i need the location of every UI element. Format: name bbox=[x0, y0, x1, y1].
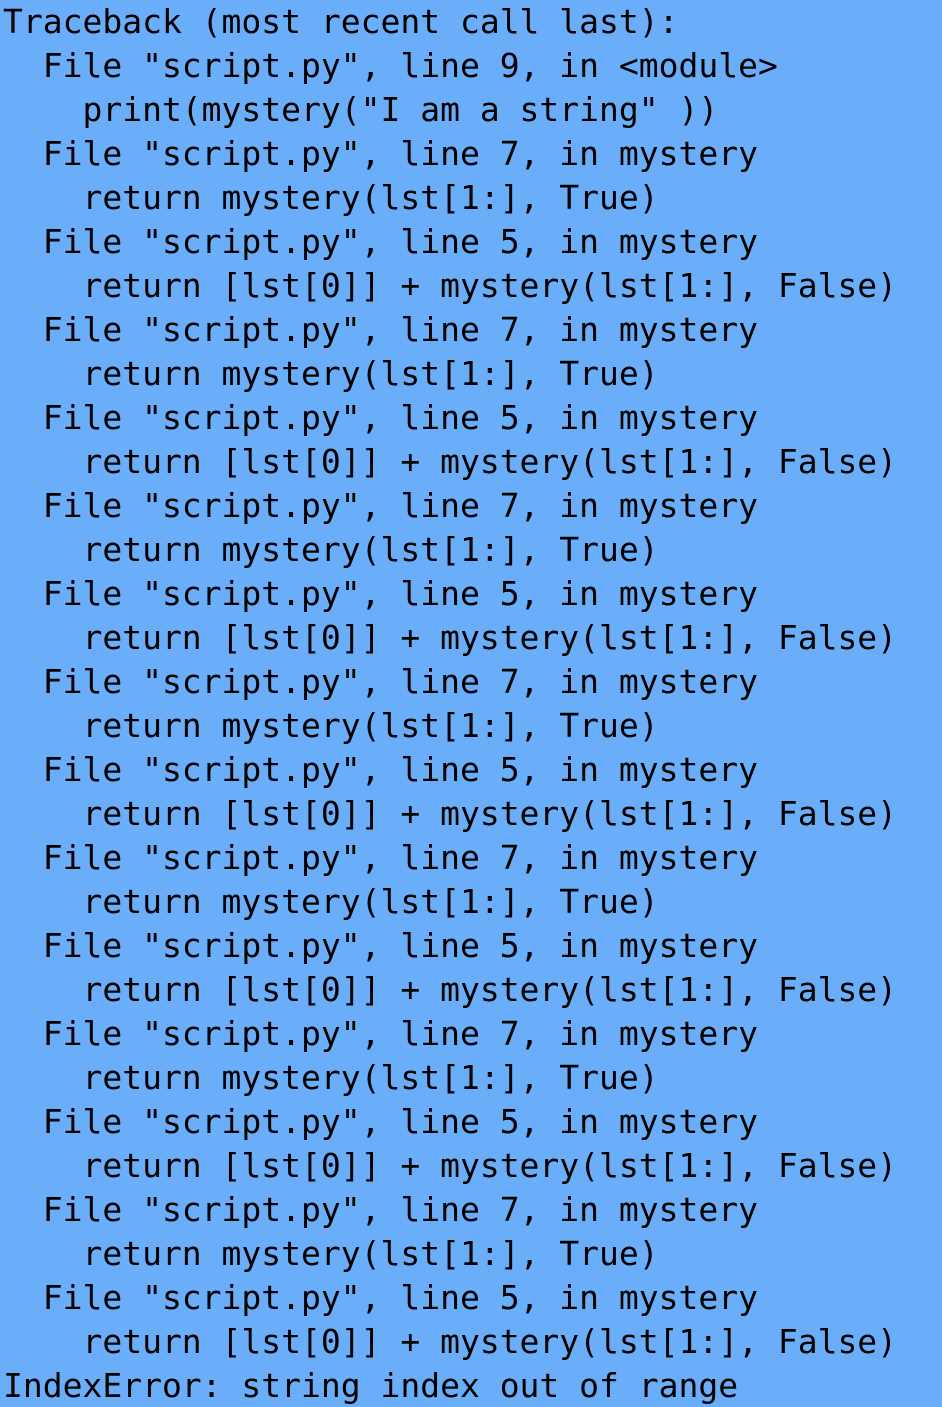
traceback-code-line: return mystery(lst[1:], True) bbox=[3, 530, 659, 569]
traceback-code-line: return mystery(lst[1:], True) bbox=[3, 178, 659, 217]
traceback-file-line: File "script.py", line 5, in mystery bbox=[3, 1102, 758, 1141]
traceback-file-line: File "script.py", line 5, in mystery bbox=[3, 398, 758, 437]
traceback-file-line: File "script.py", line 7, in mystery bbox=[3, 134, 758, 173]
traceback-code-line: print(mystery("I am a string" )) bbox=[3, 90, 719, 129]
traceback-file-line: File "script.py", line 5, in mystery bbox=[3, 1278, 758, 1317]
traceback-file-line: File "script.py", line 7, in mystery bbox=[3, 838, 758, 877]
traceback-file-line: File "script.py", line 7, in mystery bbox=[3, 310, 758, 349]
traceback-code-line: return mystery(lst[1:], True) bbox=[3, 1234, 659, 1273]
traceback-code-line: return mystery(lst[1:], True) bbox=[3, 882, 659, 921]
traceback-code-line: return [lst[0]] + mystery(lst[1:], False… bbox=[3, 970, 898, 1009]
traceback-code-line: return [lst[0]] + mystery(lst[1:], False… bbox=[3, 266, 898, 305]
traceback-file-line: File "script.py", line 7, in mystery bbox=[3, 1014, 758, 1053]
traceback-file-line: File "script.py", line 7, in mystery bbox=[3, 1190, 758, 1229]
traceback-file-line: File "script.py", line 7, in mystery bbox=[3, 486, 758, 525]
traceback-code-line: return [lst[0]] + mystery(lst[1:], False… bbox=[3, 618, 898, 657]
traceback-code-line: return [lst[0]] + mystery(lst[1:], False… bbox=[3, 442, 898, 481]
traceback-file-line: File "script.py", line 7, in mystery bbox=[3, 662, 758, 701]
traceback-file-line: File "script.py", line 9, in <module> bbox=[3, 46, 778, 85]
traceback-file-line: File "script.py", line 5, in mystery bbox=[3, 926, 758, 965]
traceback-code-line: return mystery(lst[1:], True) bbox=[3, 706, 659, 745]
traceback-file-line: File "script.py", line 5, in mystery bbox=[3, 574, 758, 613]
traceback-code-line: return [lst[0]] + mystery(lst[1:], False… bbox=[3, 1322, 898, 1361]
traceback-file-line: File "script.py", line 5, in mystery bbox=[3, 750, 758, 789]
traceback-header: Traceback (most recent call last): bbox=[3, 2, 679, 41]
traceback-file-line: File "script.py", line 5, in mystery bbox=[3, 222, 758, 261]
traceback-code-line: return [lst[0]] + mystery(lst[1:], False… bbox=[3, 794, 898, 833]
error-message: IndexError: string index out of range bbox=[3, 1366, 739, 1405]
traceback-code-line: return mystery(lst[1:], True) bbox=[3, 354, 659, 393]
traceback-code-line: return mystery(lst[1:], True) bbox=[3, 1058, 659, 1097]
terminal-output: Traceback (most recent call last): File … bbox=[0, 0, 942, 1407]
traceback-code-line: return [lst[0]] + mystery(lst[1:], False… bbox=[3, 1146, 898, 1185]
